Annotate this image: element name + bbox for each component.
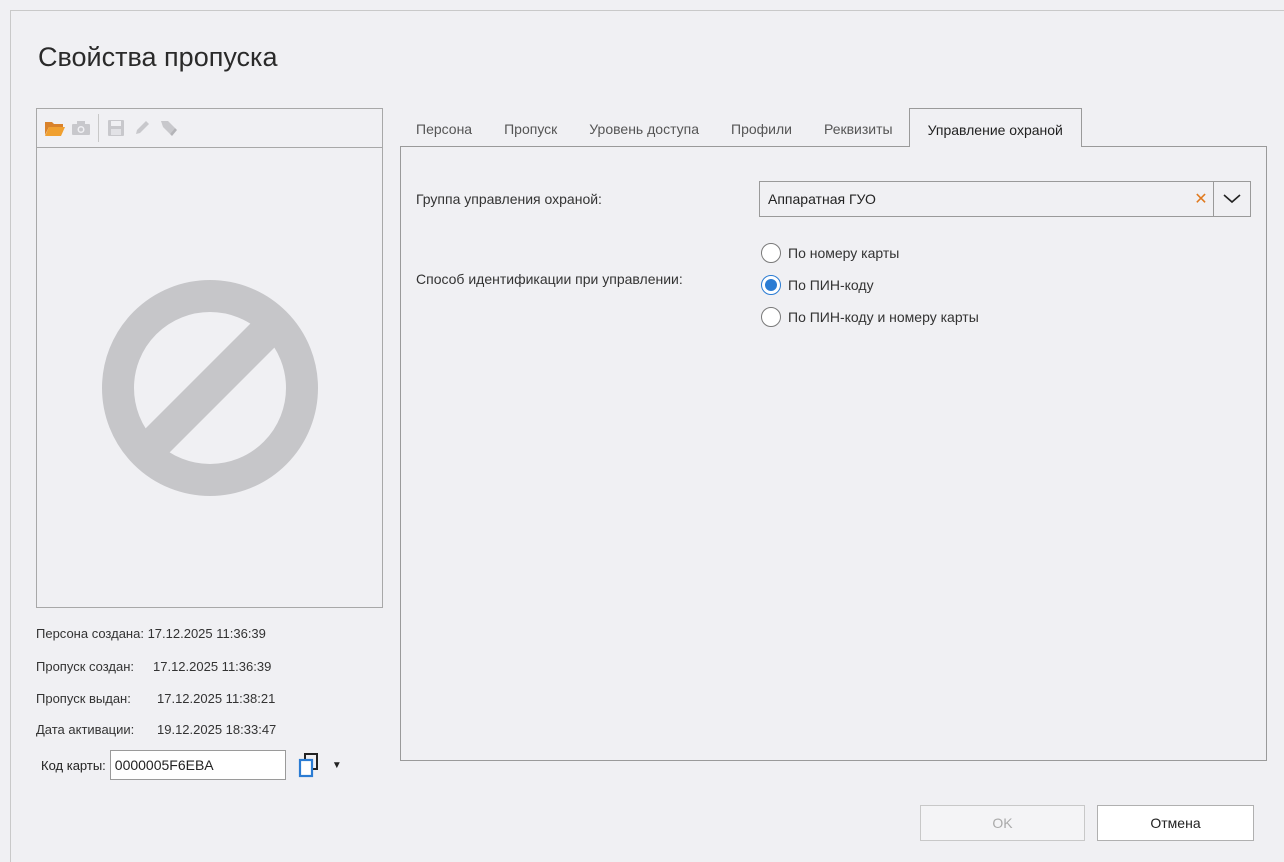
card-code-input[interactable] (109, 750, 286, 780)
pass-created-value: 17.12.2025 11:36:39 (153, 659, 272, 674)
copy-icon[interactable] (296, 751, 322, 779)
person-created-label: Персона создана: (36, 626, 144, 641)
activation-date-label: Дата активации: (36, 722, 135, 737)
photo-area (37, 148, 382, 607)
clear-icon[interactable]: ✕ (1189, 189, 1213, 209)
radio-circle (761, 243, 781, 263)
pass-issued-info: Пропуск выдан: 17.12.2025 11:38:21 (36, 691, 275, 706)
radio-label: По ПИН-коду и номеру карты (788, 309, 979, 325)
identification-method-label: Способ идентификации при управлении: (416, 271, 683, 287)
radio-label: По ПИН-коду (788, 277, 874, 293)
tab-security-management[interactable]: Управление охраной (908, 108, 1082, 147)
no-photo-icon (102, 280, 318, 501)
pass-created-label: Пропуск создан: (36, 659, 135, 674)
tab-profiles[interactable]: Профили (715, 108, 808, 146)
person-created-info: Персона создана: 17.12.2025 11:36:39 (36, 626, 266, 641)
radio-by-pin-and-card[interactable]: По ПИН-коду и номеру карты (761, 307, 979, 327)
photo-panel (36, 108, 383, 608)
tab-bar: Персона Пропуск Уровень доступа Профили … (400, 108, 1082, 147)
radio-circle-checked (761, 275, 781, 295)
security-group-value: Аппаратная ГУО (768, 191, 876, 207)
card-code-row: Код карты: ▼ (36, 750, 344, 780)
erase-icon (156, 116, 180, 140)
tab-requisites[interactable]: Реквизиты (808, 108, 909, 146)
card-options-chevron-down-icon[interactable]: ▼ (330, 758, 344, 772)
open-folder-icon[interactable] (43, 116, 67, 140)
activation-date-value: 19.12.2025 18:33:47 (157, 722, 277, 737)
ok-button[interactable]: OK (920, 805, 1085, 841)
tab-person[interactable]: Персона (400, 108, 488, 146)
cancel-button[interactable]: Отмена (1097, 805, 1254, 841)
security-management-panel: Группа управления охраной: Аппаратная ГУ… (400, 146, 1267, 761)
security-group-label: Группа управления охраной: (416, 191, 602, 207)
dialog-title: Свойства пропуска (38, 42, 278, 72)
pass-issued-value: 17.12.2025 11:38:21 (157, 691, 276, 706)
toolbar-separator (98, 114, 99, 142)
photo-toolbar (37, 109, 382, 148)
radio-label: По номеру карты (788, 245, 900, 261)
radio-circle (761, 307, 781, 327)
save-icon (104, 116, 128, 140)
security-group-combobox[interactable]: Аппаратная ГУО ✕ (759, 181, 1251, 217)
edit-icon (130, 116, 154, 140)
pass-issued-label: Пропуск выдан: (36, 691, 131, 706)
chevron-down-icon[interactable] (1214, 194, 1250, 204)
tab-pass[interactable]: Пропуск (488, 108, 573, 146)
camera-icon (69, 116, 93, 140)
activation-date-info: Дата активации: 19.12.2025 18:33:47 (36, 722, 276, 737)
pass-created-info: Пропуск создан: 17.12.2025 11:36:39 (36, 659, 271, 674)
radio-by-card-number[interactable]: По номеру карты (761, 243, 899, 263)
radio-by-pin[interactable]: По ПИН-коду (761, 275, 874, 295)
person-created-value: 17.12.2025 11:36:39 (147, 626, 266, 641)
tab-access-level[interactable]: Уровень доступа (573, 108, 715, 146)
card-code-label: Код карты: (41, 757, 106, 773)
